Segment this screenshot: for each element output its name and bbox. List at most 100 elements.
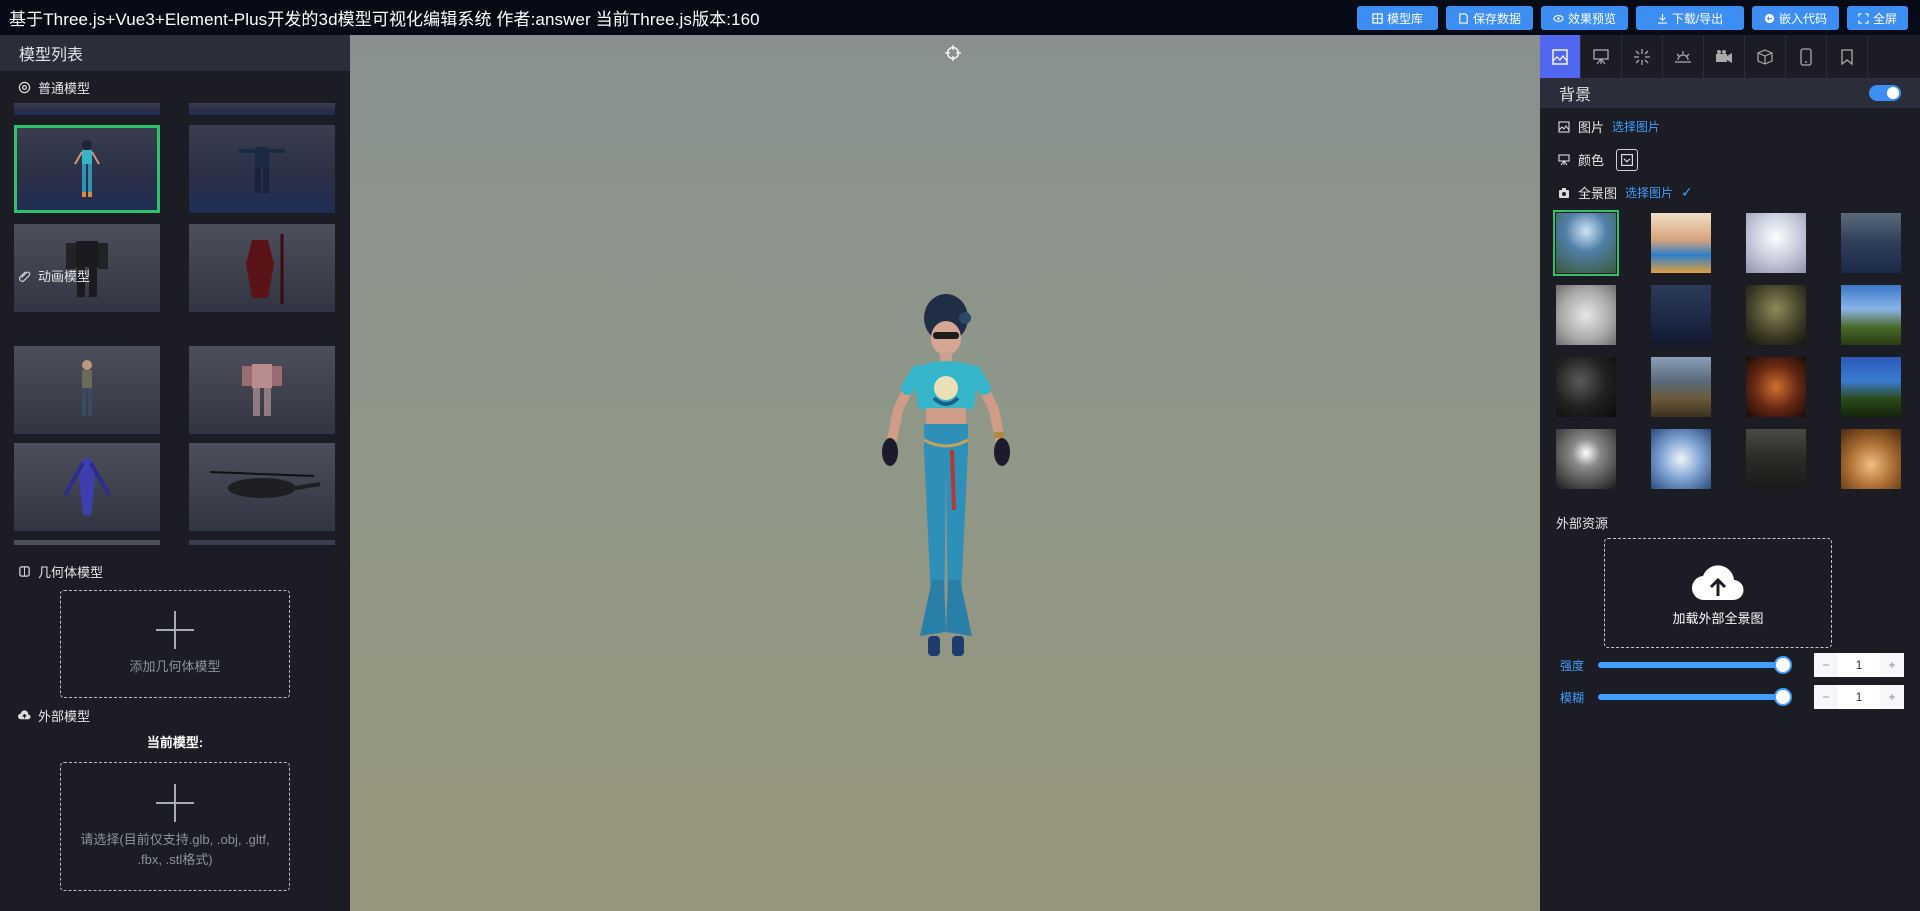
add-geometry-label: 添加几何体模型 bbox=[129, 659, 221, 674]
panorama-thumbnail[interactable] bbox=[1556, 357, 1616, 417]
panorama-thumbnail[interactable] bbox=[1556, 429, 1616, 489]
tab-postprocessing[interactable] bbox=[1622, 35, 1663, 78]
helicopter-icon bbox=[209, 471, 321, 498]
color-row: 颜色 bbox=[1540, 143, 1920, 176]
panorama-thumbnail[interactable] bbox=[1841, 357, 1901, 417]
panorama-thumbnail[interactable] bbox=[1746, 285, 1806, 345]
tab-geometry[interactable] bbox=[1745, 35, 1786, 78]
model-thumbnail[interactable] bbox=[189, 443, 335, 531]
panorama-thumbnail[interactable] bbox=[1841, 429, 1901, 489]
blur-slider-handle[interactable] bbox=[1774, 688, 1792, 706]
add-geometry-box[interactable]: 添加几何体模型 bbox=[60, 590, 290, 698]
crosshair-icon[interactable] bbox=[945, 45, 961, 61]
sparkle-icon bbox=[1634, 48, 1650, 65]
decrement-button[interactable]: − bbox=[1814, 685, 1838, 709]
tab-background[interactable] bbox=[1540, 35, 1581, 78]
upload-model-box[interactable]: 请选择(目前仅支持.glb, .obj, .gltf, .fbx, .stl格式… bbox=[60, 762, 290, 891]
intensity-value[interactable]: 1 bbox=[1838, 653, 1880, 677]
tab-tag[interactable] bbox=[1827, 35, 1868, 78]
tab-material[interactable] bbox=[1581, 35, 1622, 78]
normal-models-header[interactable]: 普通模型 bbox=[0, 74, 350, 100]
select-image-link[interactable]: 选择图片 bbox=[1612, 118, 1660, 135]
model-thumbnail[interactable] bbox=[189, 125, 335, 214]
blur-slider[interactable] bbox=[1598, 688, 1792, 706]
external-models-label: 外部模型 bbox=[38, 708, 91, 724]
tab-lighting[interactable] bbox=[1663, 35, 1704, 78]
panorama-thumbnail[interactable] bbox=[1651, 429, 1711, 489]
plus-icon bbox=[156, 611, 194, 649]
panorama-thumbnail-selected[interactable] bbox=[1553, 210, 1619, 276]
model-thumbnail[interactable] bbox=[14, 346, 160, 434]
code-icon bbox=[1764, 13, 1775, 23]
model-thumbnail[interactable] bbox=[14, 103, 160, 115]
properties-panel: 背景 图片 选择图片 颜色 全景图 选择图片 ✓ 外部资源 加载外部全景图 强度… bbox=[1540, 35, 1920, 911]
panorama-thumbnail[interactable] bbox=[1746, 429, 1806, 489]
intensity-slider-handle[interactable] bbox=[1774, 656, 1792, 674]
animation-models-grid bbox=[14, 346, 335, 545]
box-icon bbox=[1757, 48, 1773, 65]
download-export-button[interactable]: 下载/导出 bbox=[1636, 6, 1744, 30]
character-model[interactable] bbox=[840, 280, 1050, 700]
fullscreen-button[interactable]: 全屏 bbox=[1847, 6, 1908, 30]
model-thumbnail[interactable] bbox=[14, 540, 160, 545]
save-data-button[interactable]: 保存数据 bbox=[1446, 6, 1533, 30]
cloud-upload-icon bbox=[18, 709, 31, 719]
download-icon bbox=[1657, 13, 1667, 24]
geometry-models-header[interactable]: 几何体模型 bbox=[0, 558, 103, 584]
model-list-panel: 模型列表 普通模型 动画模型 几何体模型 添加几何体模型 外部模型 当前模型: … bbox=[0, 35, 350, 911]
model-thumbnail[interactable] bbox=[189, 103, 335, 115]
animation-models-header[interactable]: 动画模型 bbox=[0, 262, 90, 288]
panorama-grid bbox=[1553, 210, 1901, 489]
tab-animation[interactable] bbox=[1704, 35, 1745, 78]
property-tabs bbox=[1540, 35, 1920, 78]
tab-mobile[interactable] bbox=[1786, 35, 1827, 78]
panorama-thumbnail[interactable] bbox=[1651, 285, 1711, 345]
save-data-label: 保存数据 bbox=[1472, 11, 1521, 26]
image-small-icon bbox=[1558, 120, 1570, 133]
model-thumbnail[interactable] bbox=[189, 223, 335, 312]
model-thumbnail-selected[interactable] bbox=[14, 125, 160, 214]
intensity-stepper[interactable]: − 1 + bbox=[1814, 653, 1904, 677]
upload-model-hint: 请选择(目前仅支持.glb, .obj, .gltf, .fbx, .stl格式… bbox=[80, 831, 270, 867]
background-toggle[interactable] bbox=[1869, 85, 1901, 101]
panorama-thumbnail[interactable] bbox=[1556, 285, 1616, 345]
increment-button[interactable]: + bbox=[1880, 653, 1904, 677]
intensity-slider[interactable] bbox=[1598, 656, 1792, 674]
panorama-thumbnail[interactable] bbox=[1651, 357, 1711, 417]
color-picker[interactable] bbox=[1616, 148, 1639, 171]
3d-viewport[interactable] bbox=[350, 35, 1540, 911]
increment-button[interactable]: + bbox=[1880, 685, 1904, 709]
header-actions: 模型库 保存数据 效果预览 下载/导出 嵌入代码 全屏 bbox=[1357, 6, 1908, 30]
camera-small-icon bbox=[1559, 187, 1569, 198]
phone-icon bbox=[1800, 47, 1812, 66]
panorama-thumbnail[interactable] bbox=[1746, 357, 1806, 417]
blur-stepper[interactable]: − 1 + bbox=[1814, 685, 1904, 709]
panorama-thumbnail[interactable] bbox=[1651, 213, 1711, 273]
easel-icon bbox=[1593, 48, 1609, 64]
intensity-label: 强度 bbox=[1560, 658, 1585, 673]
blur-value[interactable]: 1 bbox=[1838, 685, 1880, 709]
model-thumbnail[interactable] bbox=[14, 443, 160, 531]
external-models-header[interactable]: 外部模型 bbox=[0, 702, 90, 728]
preview-button[interactable]: 效果预览 bbox=[1541, 6, 1628, 30]
image-row: 图片 选择图片 bbox=[1540, 110, 1920, 143]
robot-red-figure-icon bbox=[242, 364, 282, 416]
panorama-label: 全景图 bbox=[1578, 186, 1618, 201]
model-thumbnail[interactable] bbox=[189, 346, 335, 434]
decrement-button[interactable]: − bbox=[1814, 653, 1838, 677]
model-thumbnail[interactable] bbox=[189, 540, 335, 545]
panorama-thumbnail[interactable] bbox=[1841, 285, 1901, 345]
panorama-thumbnail[interactable] bbox=[1841, 213, 1901, 273]
cloud-upload-icon bbox=[1691, 564, 1744, 600]
panorama-thumbnail[interactable] bbox=[1746, 213, 1806, 273]
checkmark-icon: ✓ bbox=[1681, 184, 1693, 200]
image-label: 图片 bbox=[1578, 120, 1605, 135]
background-title: 背景 bbox=[1559, 87, 1592, 104]
model-library-button[interactable]: 模型库 bbox=[1357, 6, 1438, 30]
embed-code-button[interactable]: 嵌入代码 bbox=[1752, 6, 1839, 30]
plus-icon bbox=[156, 783, 194, 822]
blur-control: 模糊 − 1 + bbox=[1560, 685, 1905, 709]
load-panorama-box[interactable]: 加载外部全景图 bbox=[1604, 538, 1832, 648]
fullscreen-icon bbox=[1858, 12, 1869, 24]
select-panorama-link[interactable]: 选择图片 bbox=[1625, 184, 1673, 201]
